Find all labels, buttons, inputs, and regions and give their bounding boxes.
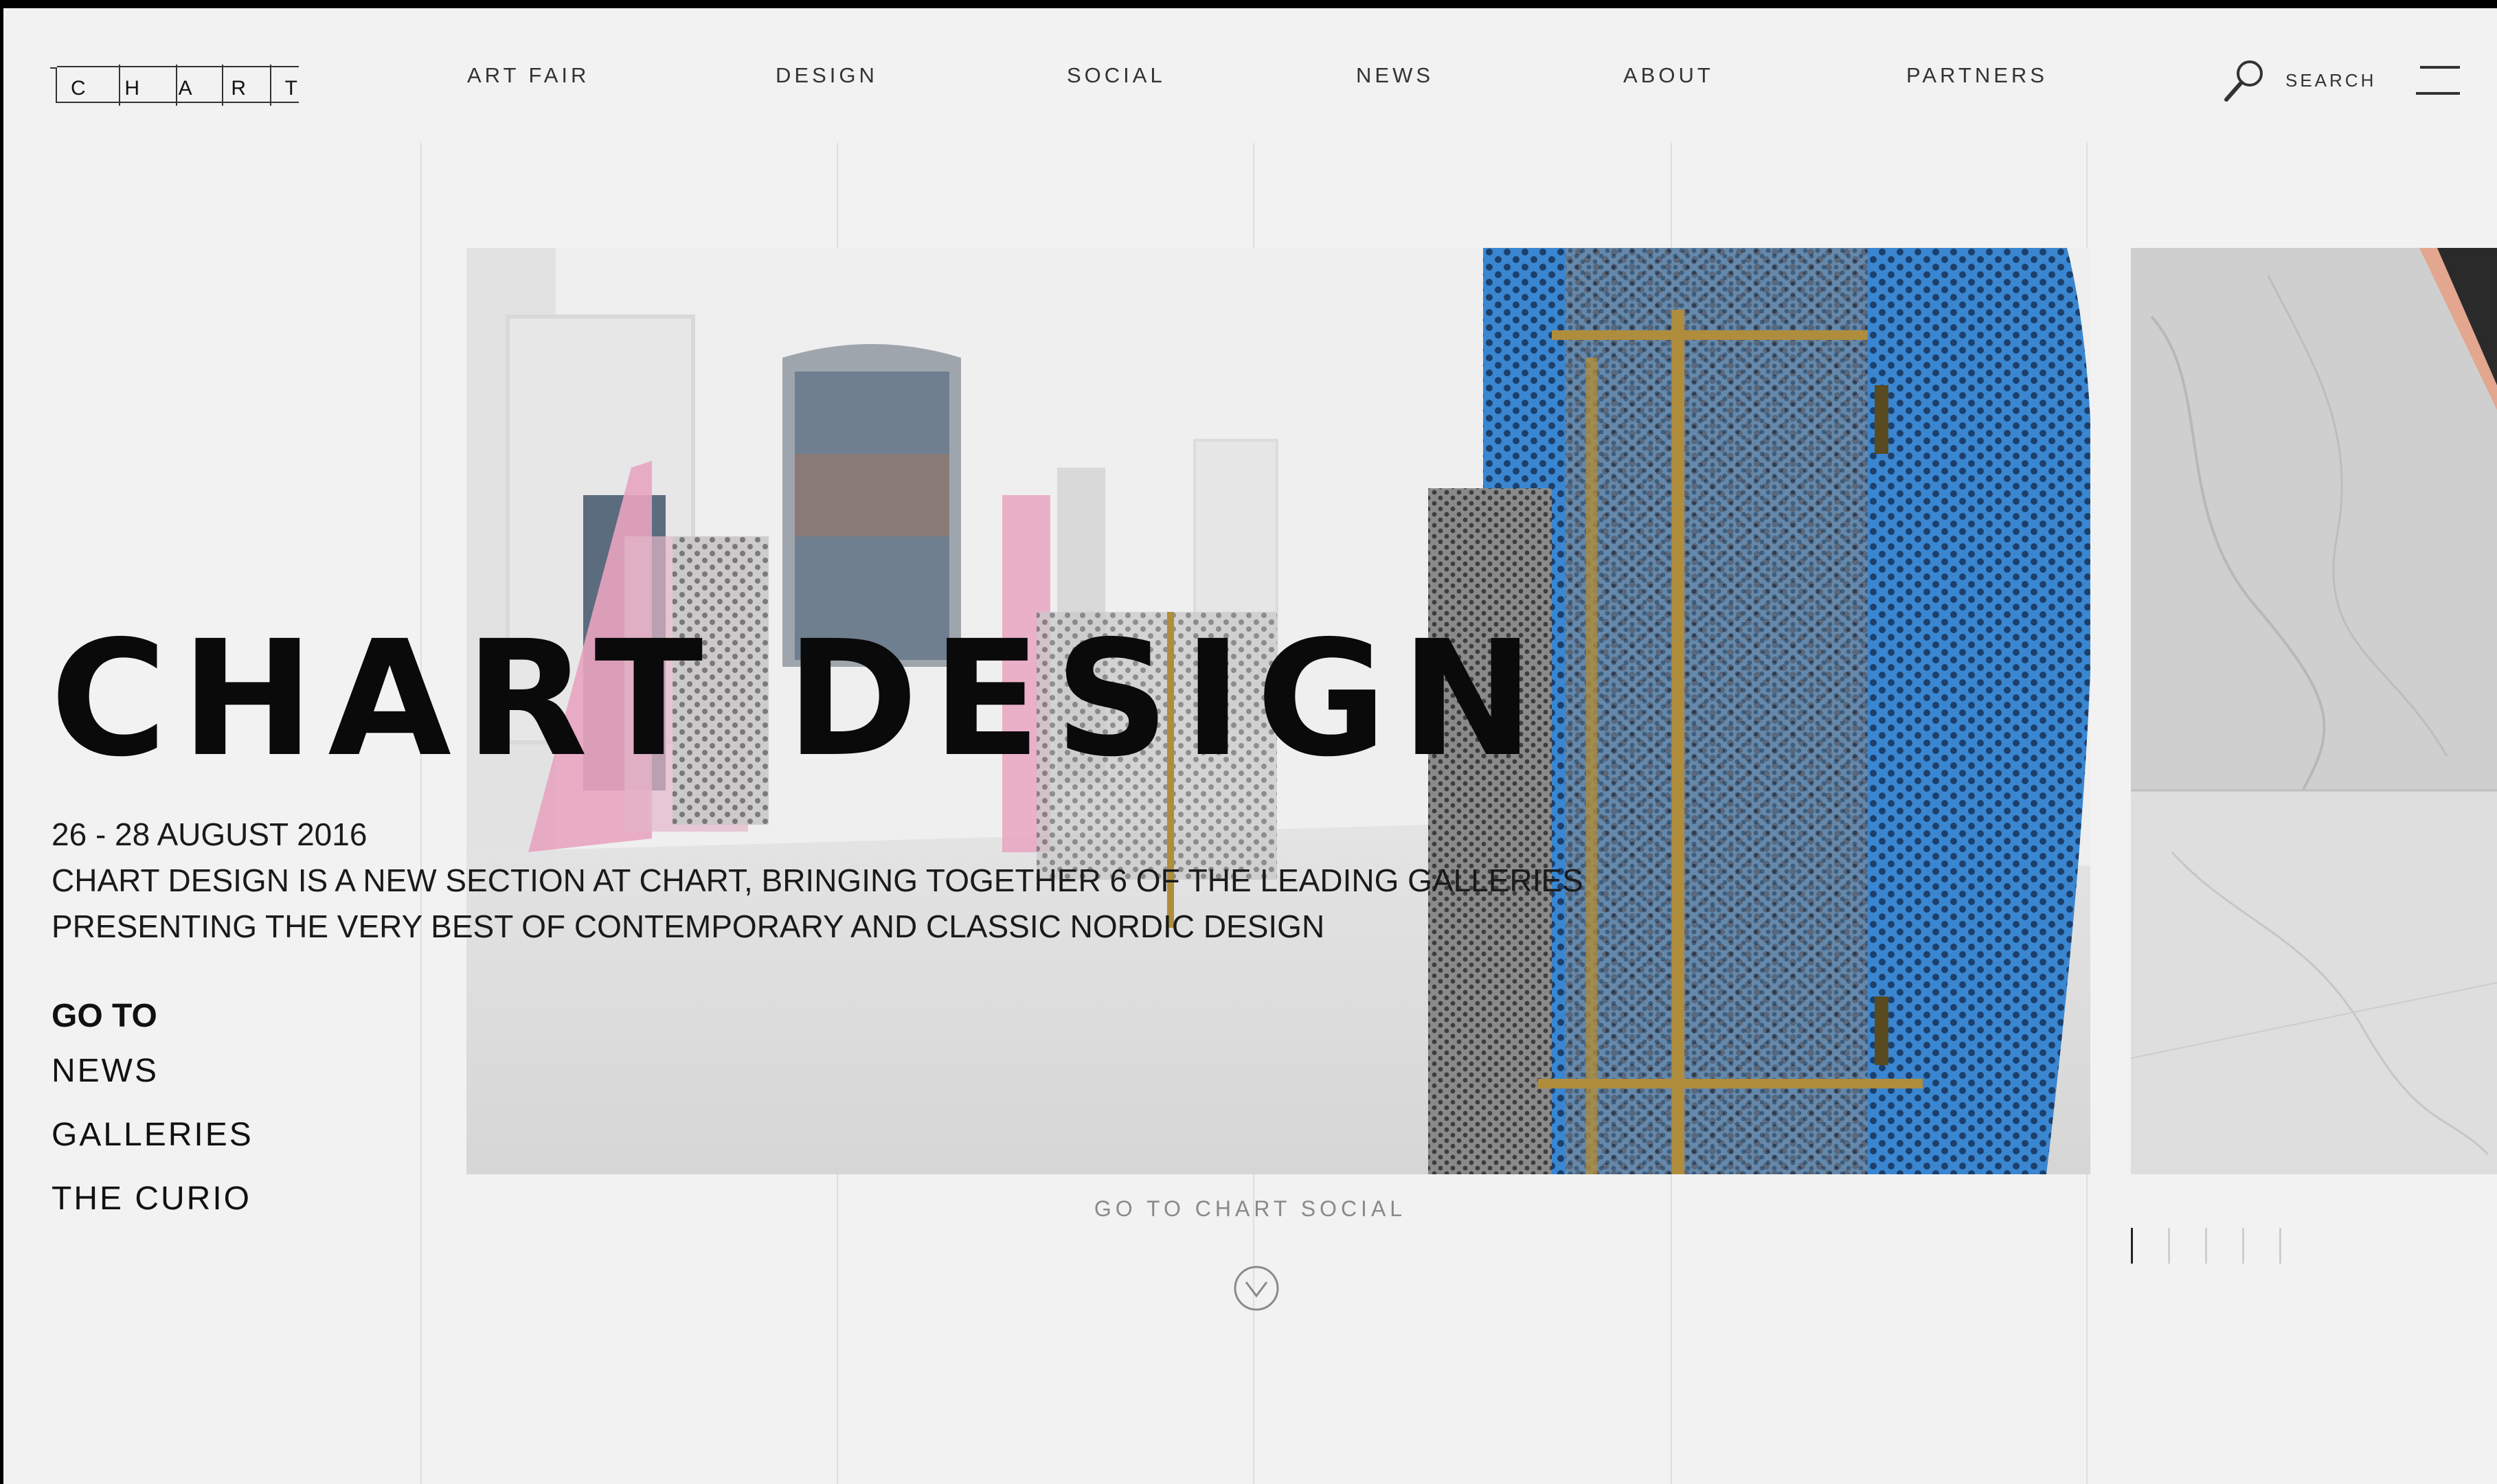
search-icon (2224, 60, 2263, 102)
goto-link-news[interactable]: NEWS (52, 1052, 159, 1090)
hamburger-menu-icon[interactable] (2416, 66, 2460, 98)
goto-link-galleries[interactable]: GALLERIES (52, 1116, 253, 1154)
nav-item-design[interactable]: DESIGN (776, 63, 878, 88)
event-date: 26 - 28 AUGUST 2016 (52, 817, 368, 852)
goto-heading: GO TO (52, 998, 157, 1034)
next-slide-image[interactable] (2131, 248, 2497, 1174)
event-description-line-1: CHART DESIGN IS A NEW SECTION AT CHART, … (52, 863, 1583, 898)
social-link-label: GO TO CHART SOCIAL (1094, 1196, 1407, 1221)
slide-indicator[interactable] (2131, 1228, 2133, 1264)
nav-item-art-fair[interactable]: ART FAIR (467, 63, 589, 88)
go-to-chart-social-link[interactable]: GO TO CHART SOCIAL (3, 1196, 2497, 1222)
slide-indicator[interactable] (2242, 1228, 2244, 1264)
nav-item-news[interactable]: NEWS (1356, 63, 1434, 88)
slide-indicator[interactable] (2168, 1228, 2170, 1264)
page-title: CHART DESIGN (50, 606, 1548, 792)
search-label: SEARCH (2285, 69, 2377, 91)
search-button[interactable]: SEARCH (2222, 56, 2376, 104)
main-nav: ART FAIR DESIGN SOCIAL NEWS ABOUT PARTNE… (3, 63, 2497, 93)
slide-indicator[interactable] (2205, 1228, 2207, 1264)
grid-line (420, 143, 422, 1484)
page-frame: C H A R T ART FAIR DESIGN SOCIAL NEWS AB… (3, 8, 2497, 1484)
nav-item-social[interactable]: SOCIAL (1067, 63, 1166, 88)
marble-image (2131, 248, 2497, 1174)
slide-indicator[interactable] (2279, 1228, 2281, 1264)
nav-item-about[interactable]: ABOUT (1623, 63, 1714, 88)
nav-item-partners[interactable]: PARTNERS (1906, 63, 2048, 88)
event-description-line-2: PRESENTING THE VERY BEST OF CONTEMPORARY… (52, 909, 1325, 944)
chevron-down-circle-icon[interactable] (1232, 1264, 1280, 1312)
